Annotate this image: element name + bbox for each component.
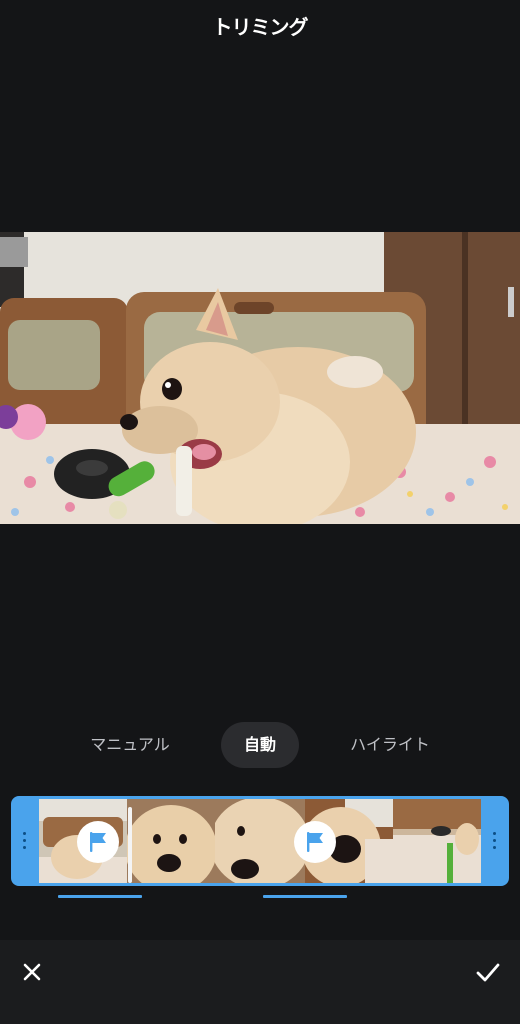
filmstrip[interactable] [39,799,481,883]
flag-icon [90,832,106,852]
tab-manual[interactable]: マニュアル [76,722,184,768]
trim-start-handle[interactable] [11,796,39,886]
highlight-marker[interactable] [294,821,336,863]
trim-end-handle[interactable] [481,796,509,886]
trim-timeline[interactable] [11,796,509,886]
tab-highlight[interactable]: ハイライト [336,722,444,768]
page-title: トリミング [212,15,309,39]
video-preview[interactable] [0,232,520,524]
trimming-screen: トリミング マニュアル 自動 ハイライト [0,0,520,1024]
bottom-action-bar [0,940,520,1024]
drag-grip-icon [493,832,497,850]
filmstrip-frame [215,799,305,883]
trim-mode-tabs: マニュアル 自動 ハイライト [0,722,520,768]
tab-auto[interactable]: 自動 [221,722,299,768]
cancel-button[interactable] [14,954,50,990]
flag-icon [307,832,323,852]
check-icon [476,963,500,982]
drag-grip-icon [23,832,27,850]
playhead[interactable] [128,807,132,883]
highlight-segment-indicator [58,895,142,898]
confirm-button[interactable] [470,954,506,990]
filmstrip-frame [393,799,481,883]
highlight-marker[interactable] [77,821,119,863]
highlight-segment-indicator [263,895,347,898]
close-icon [23,963,41,981]
video-frame-image [0,232,520,524]
filmstrip-frame [127,799,215,883]
